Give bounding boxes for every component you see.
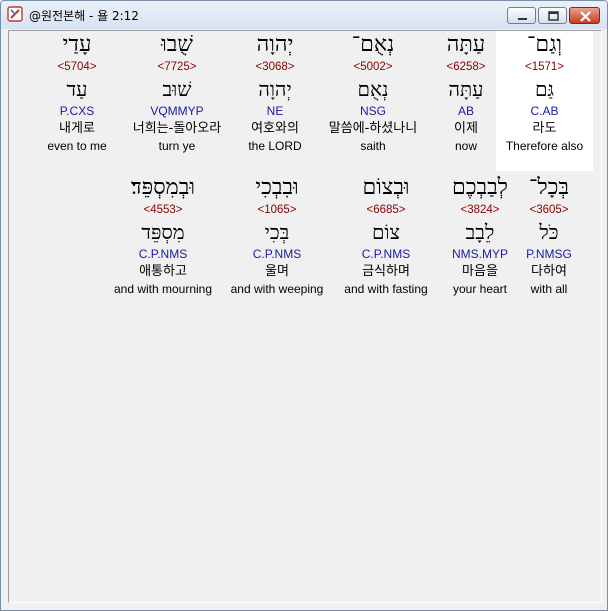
english-gloss: and with mourning — [113, 282, 213, 296]
korean-gloss: 너희는-돌아오라 — [132, 121, 222, 136]
window-title: @원전본해 - 욜 2:12 — [29, 9, 139, 23]
strong-number[interactable]: <5002> — [319, 59, 427, 75]
close-button[interactable] — [569, 7, 600, 24]
strong-number[interactable]: <1065> — [217, 202, 337, 218]
korean-gloss: 마음을 — [462, 264, 498, 279]
strong-number[interactable]: <4553> — [103, 202, 223, 218]
english-gloss: your heart — [452, 282, 508, 296]
morph-code: NMS.MYP — [451, 247, 508, 261]
close-icon — [580, 11, 591, 22]
maximize-icon — [548, 11, 559, 21]
hebrew-lemma: יְהוָה — [258, 77, 292, 101]
hebrew-lemma: מִסְפֵּד — [141, 220, 185, 244]
word-block[interactable]: לְבַבְכֶם <3824> לֵבָב NMS.MYP 마음을 your … — [431, 174, 529, 297]
morph-code: AB — [457, 104, 474, 118]
word-block[interactable]: וּבִבְכִי <1065> בְּכִי C.P.NMS 울며 and w… — [217, 174, 337, 297]
korean-gloss: 금식하며 — [362, 264, 410, 279]
maximize-button[interactable] — [538, 7, 567, 24]
minimize-icon — [518, 18, 527, 20]
hebrew-lemma: לֵבָב — [465, 220, 495, 244]
english-gloss: now — [454, 139, 477, 153]
english-gloss: and with weeping — [230, 282, 324, 296]
hebrew-lemma: עַד — [66, 77, 88, 101]
korean-gloss: 여호와의 — [251, 121, 299, 136]
english-gloss: and with fasting — [344, 282, 428, 296]
morph-code: C.P.NMS — [138, 247, 188, 261]
korean-gloss: 내게로 — [59, 121, 95, 136]
hebrew-word: שֻׁבוּ — [161, 32, 193, 57]
hebrew-word: עָדַי — [62, 32, 92, 57]
hebrew-lemma: שׁוּב — [162, 77, 192, 101]
bible-window: @원전본해 - 욜 2:12 וְגַם־ <1571> גַּם C.AB 라… — [0, 0, 608, 611]
strong-number[interactable]: <5704> — [29, 59, 125, 75]
english-gloss: turn ye — [158, 139, 196, 153]
hebrew-lemma: צוֹם — [371, 220, 401, 244]
morph-code: VQMMYP — [150, 104, 204, 118]
hebrew-lemma: נְאֻם — [357, 77, 389, 101]
korean-gloss: 말씀에-하셨나니 — [328, 121, 418, 136]
minimize-button[interactable] — [507, 7, 536, 24]
hebrew-lemma: עַתָּה — [448, 77, 484, 101]
english-gloss: the LORD — [248, 139, 302, 153]
hebrew-word: עַתָּה — [446, 32, 486, 57]
word-block[interactable]: יְהוָה <3068> יְהוָה NE 여호와의 the LORD — [227, 31, 323, 154]
korean-gloss: 울며 — [265, 264, 289, 279]
hebrew-lemma: בְּכִי — [264, 220, 290, 244]
morph-code: P.CXS — [59, 104, 95, 118]
english-gloss: saith — [360, 139, 386, 153]
morph-code: NE — [266, 104, 284, 118]
word-block[interactable]: עָדַי <5704> עַד P.CXS 내게로 even to me — [29, 31, 125, 154]
morph-code: C.P.NMS — [252, 247, 302, 261]
english-gloss: even to me — [47, 139, 107, 153]
word-block[interactable]: שֻׁבוּ <7725> שׁוּב VQMMYP 너희는-돌아오라 turn… — [121, 31, 233, 154]
strong-number[interactable]: <7725> — [121, 59, 233, 75]
strong-number[interactable]: <3824> — [431, 202, 529, 218]
hebrew-word: וּבְצוֹם — [362, 175, 410, 200]
word-block[interactable]: וּבְמִסְפֵּד׃ <4553> מִסְפֵּד C.P.NMS 애통… — [103, 174, 223, 297]
title-bar[interactable]: @원전본해 - 욜 2:12 — [1, 1, 607, 29]
hebrew-word: לְבַבְכֶם — [452, 175, 508, 200]
app-icon — [7, 6, 23, 22]
interlinear-view[interactable]: וְגַם־ <1571> גַּם C.AB 라도 Therefore als… — [8, 30, 602, 603]
strong-number[interactable]: <6258> — [418, 59, 514, 75]
word-block[interactable]: נְאֻם־ <5002> נְאֻם NSG 말씀에-하셨나니 saith — [319, 31, 427, 154]
korean-gloss: 이제 — [454, 121, 478, 136]
hebrew-word: יְהוָה — [256, 32, 294, 57]
word-block[interactable]: וּבְצוֹם <6685> צוֹם C.P.NMS 금식하며 and wi… — [330, 174, 442, 297]
morph-code: C.P.NMS — [361, 247, 411, 261]
hebrew-word: וּבִבְכִי — [255, 175, 299, 200]
strong-number[interactable]: <6685> — [330, 202, 442, 218]
korean-gloss: 애통하고 — [139, 264, 187, 279]
morph-code: NSG — [359, 104, 386, 118]
hebrew-word: וּבְמִסְפֵּד׃ — [131, 175, 195, 200]
strong-number[interactable]: <3068> — [227, 59, 323, 75]
hebrew-word: נְאֻם־ — [351, 32, 395, 57]
word-block[interactable]: עַתָּה <6258> עַתָּה AB 이제 now — [418, 31, 514, 154]
